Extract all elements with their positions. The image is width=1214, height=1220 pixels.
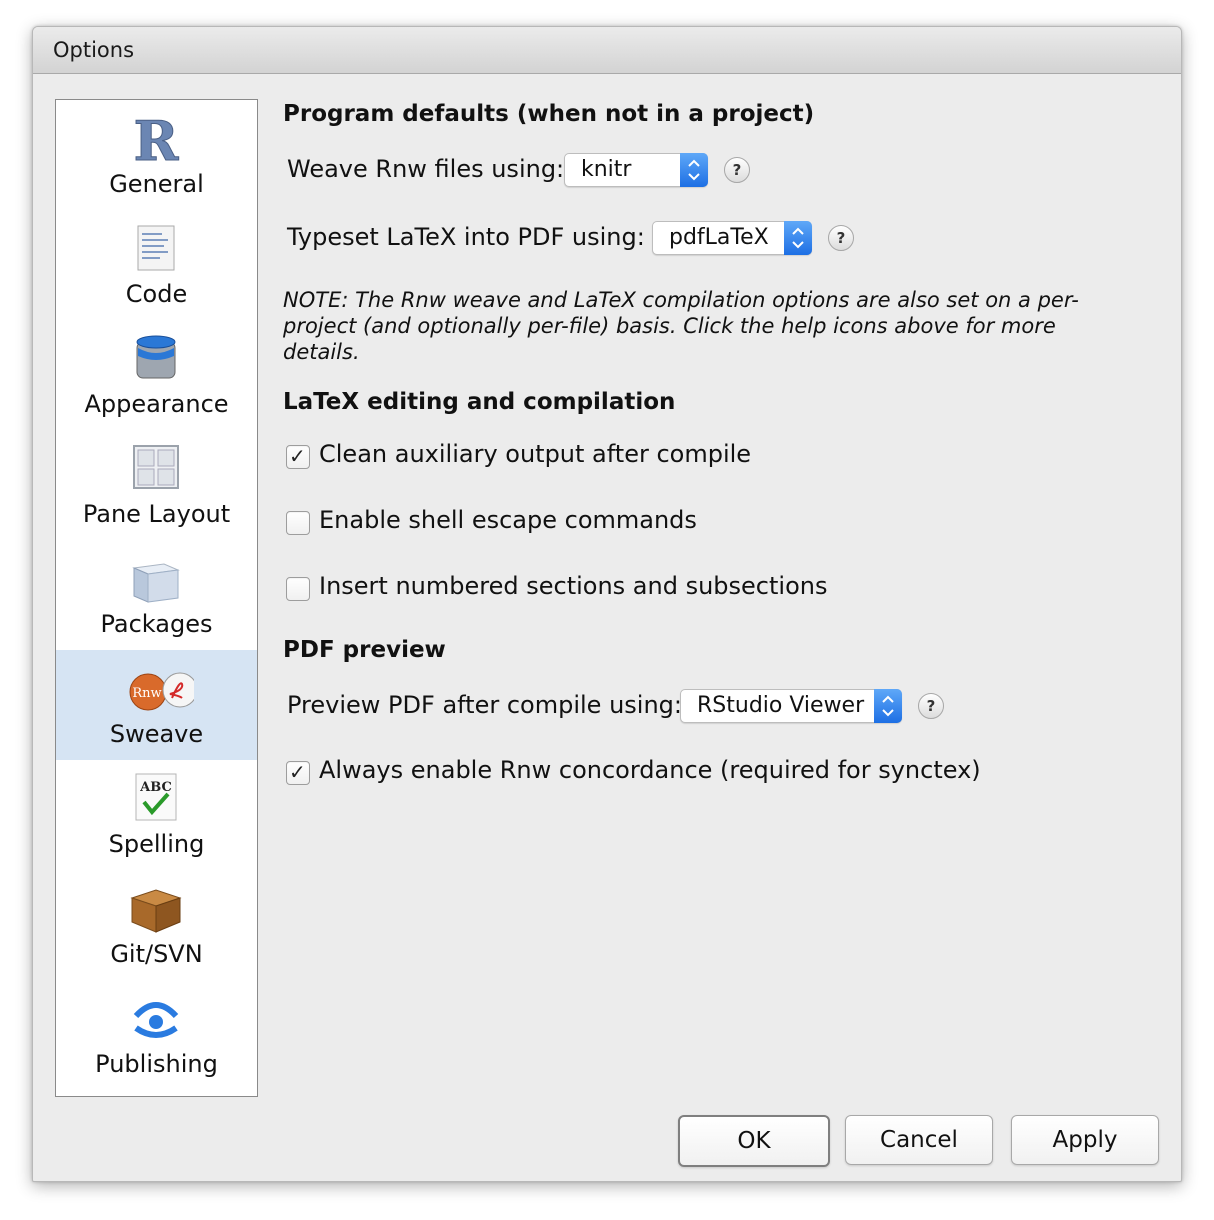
select-arrows-icon <box>680 153 708 187</box>
abc-check-icon: ABC <box>135 773 177 821</box>
preview-label: Preview PDF after compile using: <box>287 691 682 719</box>
sidebar-item-git-svn[interactable]: Git/SVN <box>56 870 257 980</box>
box-icon <box>130 889 182 933</box>
sidebar-item-label: General <box>109 170 204 198</box>
shell-escape-label: Enable shell escape commands <box>319 506 697 534</box>
weave-label: Weave Rnw files using: <box>287 155 565 183</box>
svg-text:R: R <box>134 112 180 166</box>
typeset-select-value: pdfLaTeX <box>669 225 769 250</box>
concordance-label: Always enable Rnw concordance (required … <box>319 756 981 784</box>
sidebar-item-label: Git/SVN <box>110 940 203 968</box>
checkmark-icon: ✓ <box>289 444 306 468</box>
code-document-icon <box>137 225 175 271</box>
rnw-icon-text: Rnw <box>132 686 161 701</box>
numbered-sections-checkbox[interactable] <box>286 577 310 601</box>
typeset-label: Typeset LaTeX into PDF using: <box>287 223 645 251</box>
pane-grid-icon <box>133 445 179 489</box>
abc-icon-text: ABC <box>139 780 172 795</box>
sidebar-item-label: Code <box>125 280 188 308</box>
options-dialog: Options R General Code Appearance Pane L… <box>32 26 1182 1182</box>
typeset-select[interactable]: pdfLaTeX <box>652 221 812 255</box>
shell-escape-checkbox[interactable] <box>286 511 310 535</box>
sidebar-item-packages[interactable]: Packages <box>56 540 257 650</box>
typeset-help-icon[interactable]: ? <box>828 225 854 251</box>
title-bar[interactable]: Options <box>33 27 1181 74</box>
sidebar-item-pane-layout[interactable]: Pane Layout <box>56 430 257 540</box>
clean-aux-label: Clean auxiliary output after compile <box>319 440 752 468</box>
compilation-note: NOTE: The Rnw weave and LaTeX compilatio… <box>283 288 1079 364</box>
preview-help-icon[interactable]: ? <box>918 693 944 719</box>
sidebar-item-sweave[interactable]: Rnw Sweave <box>56 650 257 760</box>
window-title: Options <box>53 38 135 62</box>
package-cube-icon <box>132 563 180 603</box>
sidebar-item-label: Publishing <box>95 1050 218 1078</box>
numbered-sections-label: Insert numbered sections and subsections <box>319 572 828 600</box>
ok-button[interactable]: OK <box>678 1115 830 1167</box>
apply-button[interactable]: Apply <box>1011 1115 1159 1165</box>
pdf-preview-heading: PDF preview <box>283 637 446 663</box>
program-defaults-heading: Program defaults (when not in a project) <box>283 101 815 127</box>
select-arrows-icon <box>874 689 902 723</box>
sidebar-item-code[interactable]: Code <box>56 210 257 320</box>
clean-aux-checkbox[interactable]: ✓ <box>286 444 310 469</box>
select-arrows-icon <box>784 221 812 255</box>
sidebar-item-label: Packages <box>100 610 213 638</box>
weave-select-value: knitr <box>581 157 632 182</box>
sidebar-item-appearance[interactable]: Appearance <box>56 320 257 430</box>
sidebar-item-label: Spelling <box>108 830 205 858</box>
checkmark-icon: ✓ <box>289 760 306 784</box>
concordance-checkbox[interactable]: ✓ <box>286 760 310 785</box>
preview-select-value: RStudio Viewer <box>697 693 865 718</box>
sidebar-item-label: Pane Layout <box>82 500 231 528</box>
r-logo-icon: R <box>133 112 180 166</box>
sidebar-item-label: Sweave <box>109 720 204 748</box>
options-sidebar: R General Code Appearance Pane Layout Pa… <box>55 99 258 1097</box>
paint-bucket-icon <box>136 335 176 379</box>
cancel-button[interactable]: Cancel <box>845 1115 993 1165</box>
weave-help-icon[interactable]: ? <box>724 157 750 183</box>
sidebar-item-publishing[interactable]: Publishing <box>56 980 257 1090</box>
sidebar-item-general[interactable]: R General <box>56 100 257 210</box>
publish-icon <box>133 1002 179 1038</box>
sidebar-item-spelling[interactable]: ABC Spelling <box>56 760 257 870</box>
preview-select[interactable]: RStudio Viewer <box>680 689 902 723</box>
latex-editing-heading: LaTeX editing and compilation <box>283 389 676 415</box>
sidebar-item-label: Appearance <box>84 390 229 418</box>
rnw-pdf-icon: Rnw <box>129 672 194 711</box>
weave-select[interactable]: knitr <box>564 153 708 187</box>
